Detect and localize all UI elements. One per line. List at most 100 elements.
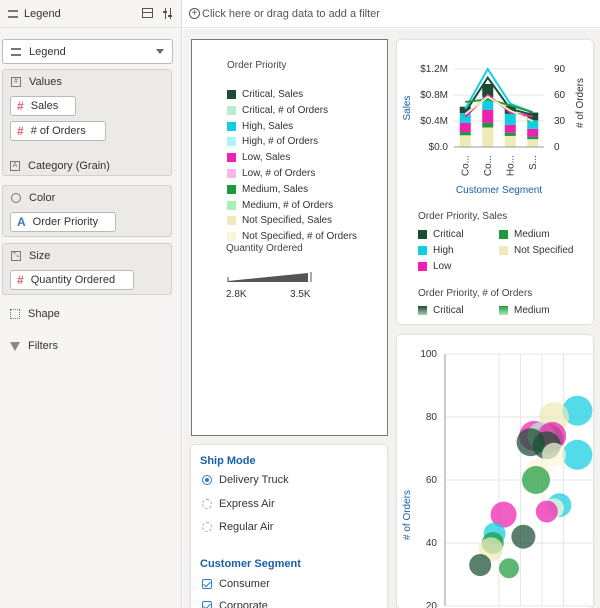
filter-icon (10, 341, 20, 351)
color-well[interactable]: Color A Order Priority (2, 185, 172, 237)
chevron-down-icon[interactable] (156, 49, 164, 54)
orders-legend-item[interactable]: Critical (418, 305, 464, 315)
y2-tick-label: 60 (554, 90, 566, 101)
bar-segment[interactable] (527, 139, 539, 147)
x-tick-label: Ho... (505, 155, 516, 176)
filters-well[interactable]: Filters (10, 340, 58, 352)
legend-label: High, # of Orders (242, 136, 319, 148)
legend-item[interactable]: Critical, # of Orders (227, 104, 328, 117)
legend-item[interactable]: Not Specified, Sales (227, 214, 332, 227)
orders-pill[interactable]: # # of Orders (10, 121, 106, 141)
bar-segment[interactable] (459, 122, 471, 133)
ship-mode-option[interactable]: Delivery Truck (202, 474, 289, 486)
sales-pill[interactable]: # Sales (10, 96, 76, 116)
scatter-chart-visualization[interactable]: 20 40 60 80 100 # of Orders (397, 335, 593, 608)
filter-bar[interactable]: + Click here or drag data to add a filte… (183, 0, 600, 28)
bubble-point[interactable] (469, 554, 492, 577)
bar-segment[interactable] (459, 132, 471, 136)
quantity-ordered-pill[interactable]: # Quantity Ordered (10, 270, 134, 290)
shape-well[interactable]: Shape (10, 308, 60, 320)
scatter-chart[interactable]: 20 40 60 80 100 # of Orders (397, 335, 593, 608)
segment-option[interactable]: Corporate (202, 600, 268, 608)
bubble-point[interactable] (535, 500, 558, 523)
y-tick-label: $0.4M (420, 116, 448, 127)
legend-label: Low, Sales (242, 152, 291, 164)
legend-item[interactable]: Not Specified, # of Orders (227, 230, 357, 243)
sales-legend-item[interactable]: Not Specified (499, 245, 573, 256)
radio-icon[interactable] (202, 499, 212, 509)
legend-item[interactable]: Low, Sales (227, 151, 290, 164)
bar-segment[interactable] (504, 135, 516, 147)
filter-bar-placeholder: Click here or drag data to add a filter (202, 7, 380, 20)
pill-label: Quantity Ordered (30, 274, 116, 286)
sales-legend-item[interactable]: Medium (499, 229, 550, 240)
combo-chart[interactable]: $0.0 $0.4M $0.8M $1.2M 0 30 60 90 Sales # of Orde… (397, 40, 593, 210)
bar-segment[interactable] (504, 124, 516, 133)
bubble-point[interactable] (562, 439, 593, 470)
legend-label: Critical, # of Orders (242, 104, 329, 116)
bar-segment[interactable] (527, 136, 539, 140)
legend-label: Not Specified, Sales (242, 215, 333, 227)
checkbox-checked-icon[interactable] (202, 579, 212, 589)
legend-item[interactable]: High, Sales (227, 120, 293, 133)
checkbox-checked-icon[interactable] (202, 601, 212, 608)
color-label: Color (29, 192, 56, 204)
size-legend-wedge (227, 272, 312, 282)
legend-item[interactable]: Medium, # of Orders (227, 199, 333, 212)
bar-segment[interactable] (482, 127, 494, 148)
option-label: Express Air (219, 498, 275, 510)
combo-chart-visualization[interactable]: $0.0 $0.4M $0.8M $1.2M 0 30 60 90 Sales # of Orde… (397, 40, 593, 324)
segment-option[interactable]: Consumer (202, 578, 270, 590)
legend-label: Low, # of Orders (242, 168, 316, 179)
ship-mode-option[interactable]: Regular Air (202, 521, 273, 533)
legend-visualization[interactable]: Order Priority Critical, Sales Critical, … (191, 39, 388, 436)
list-filter-visualization[interactable]: Ship Mode Delivery Truck Express Air Reg… (191, 445, 387, 608)
bubble-point[interactable] (522, 466, 550, 494)
bar-segment[interactable] (482, 109, 494, 123)
pill-label: # of Orders (30, 125, 86, 137)
legend-label: Critical (433, 305, 464, 315)
orders-legend-item[interactable]: Medium (499, 305, 550, 315)
legend-swatch (499, 230, 508, 239)
bar-segment[interactable] (459, 135, 471, 147)
category-icon: A (10, 161, 20, 171)
bubble-point[interactable] (511, 524, 536, 549)
y-tick-label: 100 (420, 349, 437, 360)
bar-segment[interactable] (527, 128, 539, 137)
legend-item[interactable]: Low, # of Orders (227, 167, 315, 180)
size-well[interactable]: ⤡ Size # Quantity Ordered (2, 243, 172, 295)
legend-dropdown-value: Legend (29, 45, 66, 58)
category-well[interactable]: A Category (Grain) (10, 160, 110, 172)
legend-label: Critical, Sales (242, 89, 304, 100)
sales-legend-item[interactable]: Critical (418, 229, 464, 240)
legend-item[interactable]: Medium, Sales (227, 183, 308, 196)
bar-segment[interactable] (459, 113, 471, 123)
canvas: Order Priority Critical, Sales Critical, … (183, 29, 600, 608)
bar-segment[interactable] (527, 120, 539, 129)
y-axis-title: Sales (402, 95, 413, 120)
add-filter-icon[interactable]: + (189, 8, 200, 19)
legend-label: Medium, Sales (242, 183, 309, 195)
radio-icon[interactable] (202, 522, 212, 532)
x-tick-label: S... (528, 155, 539, 170)
ship-mode-option[interactable]: Express Air (202, 498, 275, 510)
legend-swatch (227, 153, 236, 163)
legend-item[interactable]: Critical, Sales (227, 88, 303, 101)
sales-legend-item[interactable]: High (418, 245, 454, 256)
grammar-tab-icon[interactable] (142, 8, 153, 18)
bubble-point[interactable] (499, 558, 519, 579)
bar-segment[interactable] (482, 122, 494, 128)
option-label: Delivery Truck (219, 474, 289, 486)
bar-segment[interactable] (504, 132, 516, 136)
order-priority-pill[interactable]: A Order Priority (10, 212, 116, 232)
y-tick-label: 20 (426, 601, 438, 608)
legend-title: Order Priority (227, 60, 287, 71)
bar-segment[interactable] (504, 113, 516, 125)
legend-dropdown[interactable]: Legend (2, 39, 173, 64)
pill-label: Sales (30, 100, 59, 112)
properties-tab-icon[interactable] (163, 8, 173, 19)
legend-item[interactable]: High, # of Orders (227, 135, 318, 148)
sales-legend-item[interactable]: Low (418, 261, 451, 272)
radio-selected-icon[interactable] (202, 475, 212, 485)
values-icon: # (11, 77, 21, 87)
